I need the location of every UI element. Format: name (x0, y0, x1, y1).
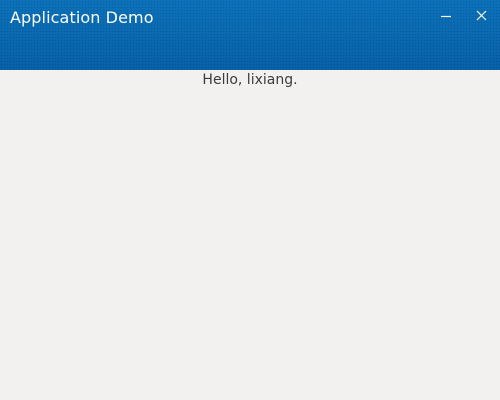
application-window: Application Demo Hello, lixiang. (0, 0, 500, 400)
title-bar[interactable]: Application Demo (0, 0, 500, 70)
close-button[interactable] (469, 5, 493, 27)
greeting-label: Hello, lixiang. (202, 72, 298, 88)
content-area: Hello, lixiang. (0, 70, 500, 400)
minimize-icon (441, 15, 451, 18)
minimize-button[interactable] (434, 5, 458, 27)
close-icon (476, 10, 487, 21)
window-title: Application Demo (10, 8, 154, 27)
